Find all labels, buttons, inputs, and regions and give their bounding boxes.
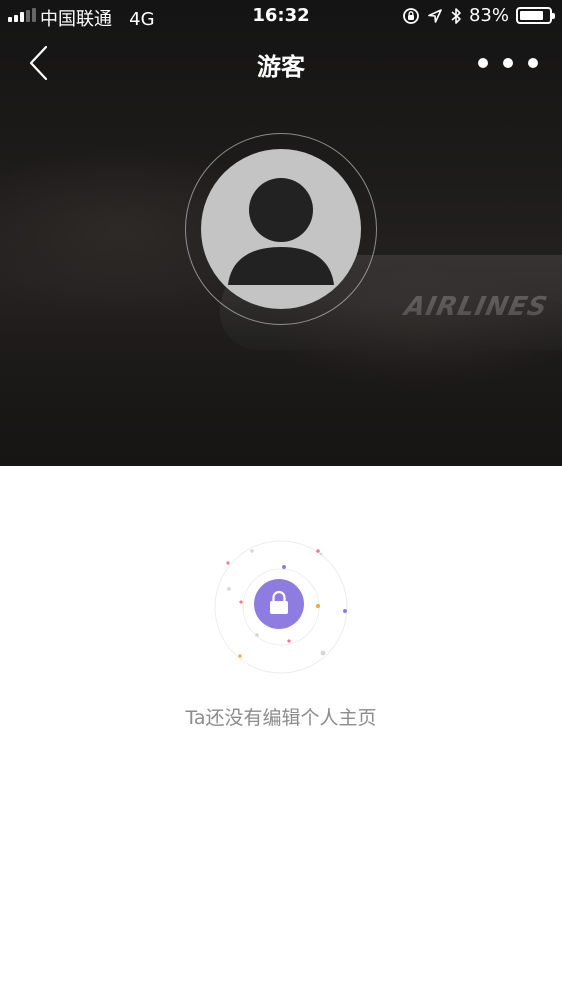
- battery-icon: [516, 7, 555, 24]
- default-user-avatar-icon: [228, 178, 334, 285]
- battery-fill: [520, 11, 544, 20]
- empty-state-message: Ta还没有编辑个人主页: [185, 707, 377, 729]
- more-dots-icon: [503, 58, 513, 68]
- status-bar: 中国联通 4G 16:32 83%: [0, 0, 562, 32]
- back-button[interactable]: [26, 44, 56, 84]
- avatar[interactable]: [201, 149, 361, 309]
- more-options-button[interactable]: [478, 54, 538, 72]
- bluetooth-icon: [451, 7, 461, 24]
- more-dots-icon: [528, 58, 538, 68]
- battery-percent: 83%: [468, 5, 509, 26]
- more-dots-icon: [478, 58, 488, 68]
- chevron-left-icon: [29, 45, 48, 81]
- status-right-group: 83%: [402, 5, 555, 26]
- rotation-lock-icon: [403, 7, 419, 24]
- location-arrow-icon: [428, 8, 442, 23]
- empty-state-graphic: [214, 540, 348, 674]
